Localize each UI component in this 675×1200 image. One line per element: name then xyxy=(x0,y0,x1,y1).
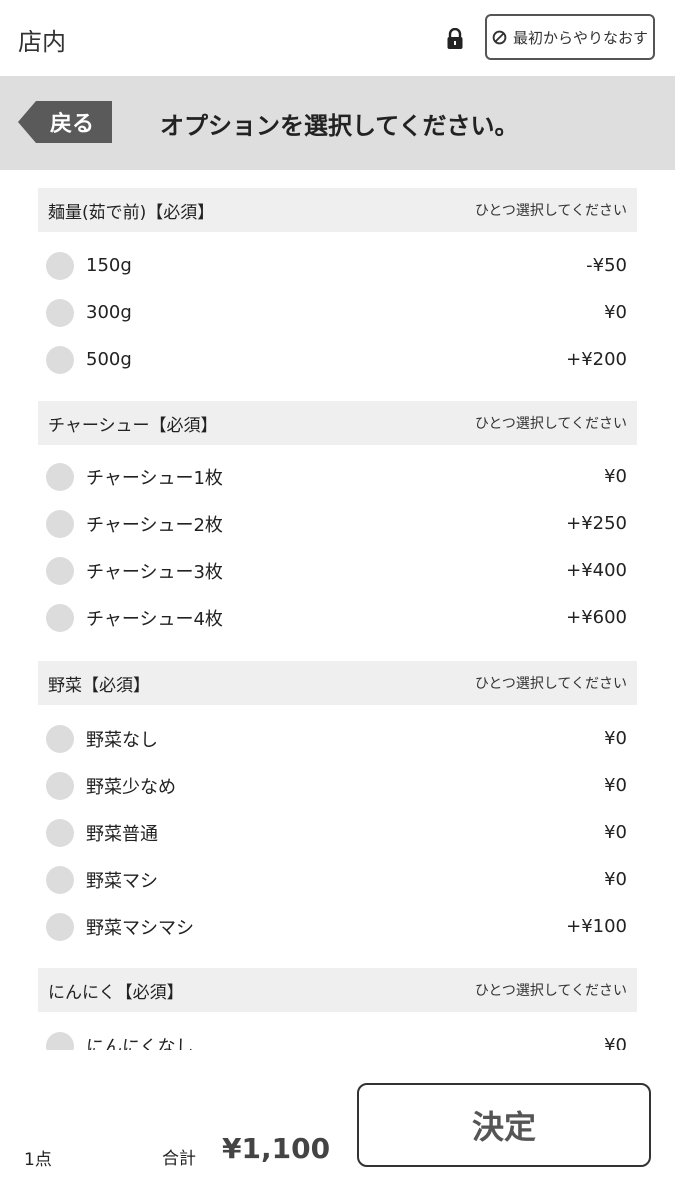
radio-button[interactable] xyxy=(46,771,74,800)
option-label: 野菜マシマシ xyxy=(86,917,194,939)
option-price: ¥0 xyxy=(604,869,627,890)
section-header: チャーシュー【必須】 ひとつ選択してください xyxy=(38,401,637,445)
total-label: 合計 xyxy=(162,1149,196,1169)
section-note: ひとつ選択してください xyxy=(474,676,627,692)
option-row[interactable]: 野菜なし ¥0 xyxy=(38,715,637,762)
section-note: ひとつ選択してください xyxy=(474,203,627,219)
option-row[interactable]: チャーシュー1枚 ¥0 xyxy=(38,453,637,500)
option-row[interactable]: にんにくなし ¥0 xyxy=(38,1022,637,1050)
option-row[interactable]: チャーシュー2枚 +¥250 xyxy=(38,500,637,547)
radio-button[interactable] xyxy=(46,345,74,374)
section-title: 麺量(茹で前)【必須】 xyxy=(48,202,215,223)
radio-button[interactable] xyxy=(46,865,74,894)
option-row[interactable]: 野菜マシマシ +¥100 xyxy=(38,903,637,950)
section-note: ひとつ選択してください xyxy=(474,983,627,999)
option-row[interactable]: チャーシュー3枚 +¥400 xyxy=(38,547,637,594)
option-section-garlic: にんにく【必須】 ひとつ選択してください にんにくなし ¥0 xyxy=(38,968,637,1050)
option-price: +¥200 xyxy=(566,349,627,370)
section-title: にんにく【必須】 xyxy=(48,982,184,1003)
option-label: 野菜普通 xyxy=(86,823,158,845)
option-label: チャーシュー2枚 xyxy=(86,514,223,536)
option-price: ¥0 xyxy=(604,466,627,487)
section-note: ひとつ選択してください xyxy=(474,416,627,432)
option-label: チャーシュー1枚 xyxy=(86,467,223,489)
option-section-noodle-amount: 麺量(茹で前)【必須】 ひとつ選択してください 150g -¥50 300g ¥… xyxy=(38,188,637,383)
radio-button[interactable] xyxy=(46,1031,74,1050)
radio-button[interactable] xyxy=(46,818,74,847)
instruction-text: オプションを選択してください。 xyxy=(160,112,519,140)
option-row[interactable]: チャーシュー4枚 +¥600 xyxy=(38,594,637,641)
sub-header: 戻る オプションを選択してください。 xyxy=(0,76,675,170)
option-row[interactable]: 500g +¥200 xyxy=(38,336,637,383)
option-label: チャーシュー4枚 xyxy=(86,608,223,630)
option-price: ¥0 xyxy=(604,822,627,843)
option-price: ¥0 xyxy=(604,1035,627,1050)
option-section-vegetables: 野菜【必須】 ひとつ選択してください 野菜なし ¥0 野菜少なめ ¥0 野菜普通… xyxy=(38,661,637,950)
option-price: +¥400 xyxy=(566,560,627,581)
radio-button[interactable] xyxy=(46,603,74,632)
option-row[interactable]: 300g ¥0 xyxy=(38,289,637,336)
option-label: にんにくなし xyxy=(86,1036,194,1051)
option-section-chashu: チャーシュー【必須】 ひとつ選択してください チャーシュー1枚 ¥0 チャーシュ… xyxy=(38,401,637,641)
section-header: 野菜【必須】 ひとつ選択してください xyxy=(38,661,637,705)
confirm-button[interactable]: 決定 xyxy=(357,1083,651,1167)
total-price: ¥1,100 xyxy=(222,1132,331,1165)
store-title: 店内 xyxy=(18,28,66,56)
option-price: -¥50 xyxy=(586,255,627,276)
option-price: ¥0 xyxy=(604,728,627,749)
item-quantity: 1点 xyxy=(24,1150,52,1170)
section-title: チャーシュー【必須】 xyxy=(48,415,218,436)
option-label: 野菜少なめ xyxy=(86,776,176,798)
radio-button[interactable] xyxy=(46,298,74,327)
lock-icon xyxy=(447,28,463,49)
radio-button[interactable] xyxy=(46,462,74,491)
option-row[interactable]: 野菜マシ ¥0 xyxy=(38,856,637,903)
radio-button[interactable] xyxy=(46,251,74,280)
option-price: +¥100 xyxy=(566,916,627,937)
footer-bar: 1点 合計 ¥1,100 決定 xyxy=(0,1050,675,1200)
option-label: 150g xyxy=(86,255,132,276)
option-price: ¥0 xyxy=(604,302,627,323)
back-button[interactable]: 戻る xyxy=(18,101,112,143)
radio-button[interactable] xyxy=(46,509,74,538)
restart-button[interactable]: 最初からやりなおす xyxy=(485,14,655,60)
top-bar: 店内 最初からやりなおす xyxy=(0,0,675,77)
section-title: 野菜【必須】 xyxy=(48,675,150,696)
option-label: 野菜なし xyxy=(86,729,158,751)
option-row[interactable]: 野菜少なめ ¥0 xyxy=(38,762,637,809)
option-row[interactable]: 150g -¥50 xyxy=(38,242,637,289)
option-row[interactable]: 野菜普通 ¥0 xyxy=(38,809,637,856)
options-scroll-area[interactable]: 麺量(茹で前)【必須】 ひとつ選択してください 150g -¥50 300g ¥… xyxy=(0,170,675,1050)
option-price: ¥0 xyxy=(604,775,627,796)
option-price: +¥250 xyxy=(566,513,627,534)
option-label: 500g xyxy=(86,349,132,370)
option-label: チャーシュー3枚 xyxy=(86,561,223,583)
radio-button[interactable] xyxy=(46,556,74,585)
option-price: +¥600 xyxy=(566,607,627,628)
option-label: 野菜マシ xyxy=(86,870,158,892)
restart-label: 最初からやりなおす xyxy=(512,28,648,47)
option-label: 300g xyxy=(86,302,132,323)
radio-button[interactable] xyxy=(46,912,74,941)
section-header: にんにく【必須】 ひとつ選択してください xyxy=(38,968,637,1012)
section-header: 麺量(茹で前)【必須】 ひとつ選択してください xyxy=(38,188,637,232)
radio-button[interactable] xyxy=(46,724,74,753)
ban-icon xyxy=(492,30,507,44)
